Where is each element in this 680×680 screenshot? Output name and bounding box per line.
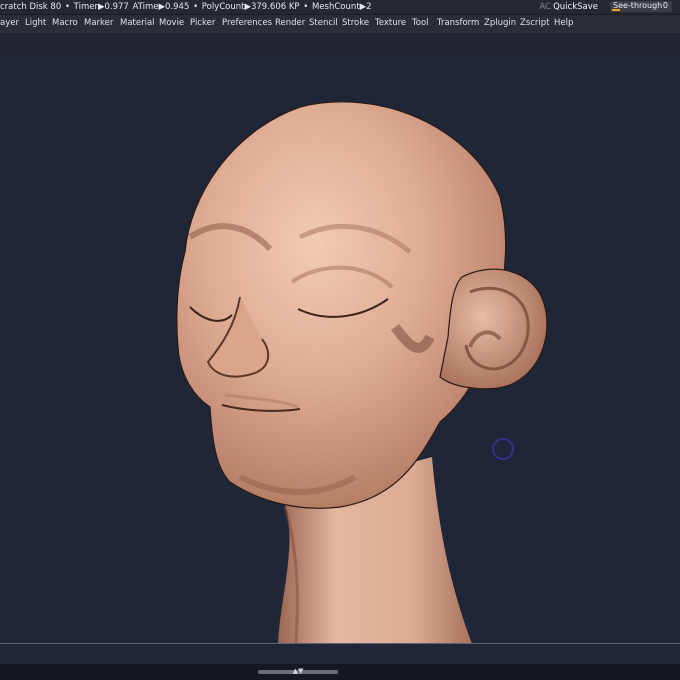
menu-macro[interactable]: Macro (52, 15, 78, 31)
timer-status: Timer▶0.977 (73, 2, 129, 12)
menu-stroke[interactable]: Stroke (342, 15, 369, 31)
meshcount-status: MeshCount▶2 (311, 2, 372, 12)
see-through-slider[interactable]: See-through 0 (610, 1, 672, 12)
menu-picker[interactable]: Picker (190, 15, 215, 31)
sculpted-head-model[interactable] (0, 77, 680, 644)
status-bar: cratch Disk 80 • Timer▶0.977 ATime▶0.945… (0, 0, 680, 15)
canvas-bottom-border (0, 643, 680, 644)
strip-edge (0, 31, 680, 33)
ac-button[interactable]: AC (539, 0, 551, 14)
see-through-fill (612, 9, 620, 11)
up-down-arrow-icon[interactable]: ▲▼ (290, 666, 306, 676)
scratch-disk-status: cratch Disk 80 (0, 2, 62, 12)
menu-zscript[interactable]: Zscript (520, 15, 550, 31)
menu-texture[interactable]: Texture (375, 15, 406, 31)
see-through-label: See-through (613, 1, 663, 10)
menu-zplugin[interactable]: Zplugin (484, 15, 516, 31)
menu-marker[interactable]: Marker (84, 15, 113, 31)
menu-help[interactable]: Help (554, 15, 573, 31)
menu-stencil[interactable]: Stencil (309, 15, 338, 31)
menu-preferences[interactable]: Preferences (222, 15, 272, 31)
menu-tool[interactable]: Tool (412, 15, 429, 31)
menu-layer[interactable]: ayer (0, 15, 19, 31)
polycount-status: PolyCount▶379.606 KP (201, 2, 300, 12)
bullet-separator: • (193, 2, 199, 12)
brush-circle-icon (492, 438, 514, 460)
document-header (0, 55, 680, 78)
menu-light[interactable]: Light (25, 15, 46, 31)
bullet-separator: • (303, 2, 309, 12)
bullet-separator: • (64, 2, 70, 12)
bottom-tray (0, 664, 680, 680)
menu-material[interactable]: Material (120, 15, 155, 31)
menu-render[interactable]: Render (275, 15, 305, 31)
tool-strip (0, 31, 680, 55)
menu-transform[interactable]: Transform (437, 15, 479, 31)
menu-bar: ayer Light Macro Marker Material Movie P… (0, 15, 680, 31)
atime-status: ATime▶0.945 (132, 2, 190, 12)
status-readout: cratch Disk 80 • Timer▶0.977 ATime▶0.945… (0, 0, 373, 14)
quicksave-button[interactable]: QuickSave (553, 0, 598, 14)
menu-movie[interactable]: Movie (159, 15, 184, 31)
see-through-value: 0 (662, 1, 668, 10)
